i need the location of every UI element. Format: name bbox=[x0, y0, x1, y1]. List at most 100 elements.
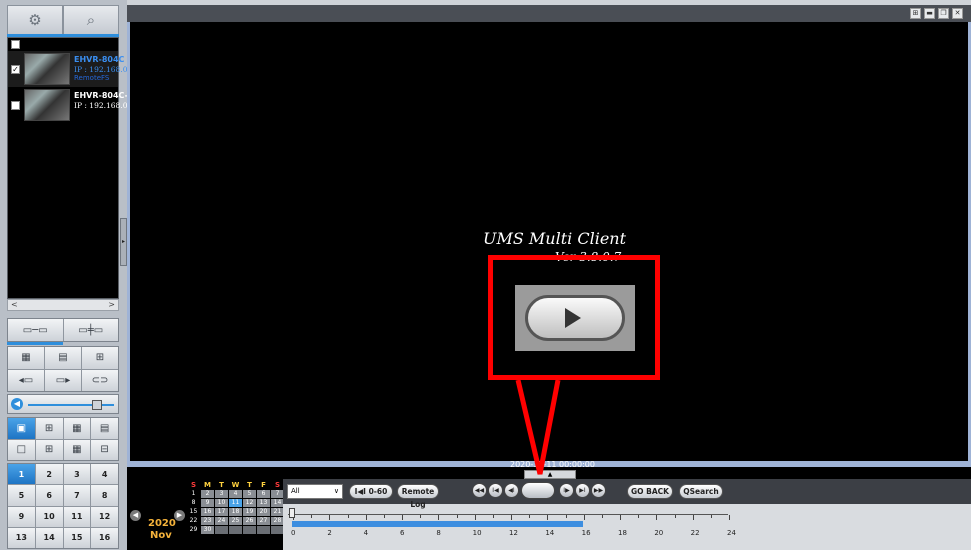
page-button[interactable]: 11 bbox=[63, 506, 91, 527]
page-button[interactable]: 13 bbox=[8, 527, 35, 548]
calendar-day[interactable]: 6 bbox=[257, 490, 270, 498]
restore-button[interactable]: ❐ bbox=[938, 8, 949, 19]
qsearch-button[interactable]: QSearch bbox=[679, 484, 723, 499]
recorded-range-bar[interactable] bbox=[292, 521, 583, 527]
layout-4x4-button[interactable]: ▤ bbox=[91, 418, 118, 439]
search-tab[interactable]: ⌕ bbox=[63, 5, 119, 35]
page-button[interactable]: 12 bbox=[91, 506, 118, 527]
scroll-left-arrow[interactable]: < bbox=[11, 300, 18, 309]
edit-button[interactable]: ▤ bbox=[45, 347, 81, 369]
link-button[interactable]: ⊂⊃ bbox=[82, 369, 118, 391]
timeline-tick bbox=[329, 515, 331, 520]
page-button[interactable]: 9 bbox=[8, 506, 35, 527]
calendar-day[interactable]: 3 bbox=[215, 490, 228, 498]
device-info-button[interactable]: ▦ bbox=[8, 347, 44, 369]
calendar-day[interactable]: 10 bbox=[215, 499, 228, 507]
page-button[interactable]: 16 bbox=[91, 527, 118, 548]
timeline-cursor[interactable] bbox=[289, 508, 295, 518]
calendar-day[interactable]: 19 bbox=[243, 508, 256, 516]
device-row[interactable]: ✓ EHVR-804C IP : 192.168.0 RemoteFS bbox=[8, 51, 127, 87]
go-back-button[interactable]: GO BACK bbox=[627, 484, 673, 499]
fast-rewind-button[interactable]: ◀◀ bbox=[472, 483, 487, 498]
fast-forward-button[interactable]: ▶▶ bbox=[591, 483, 606, 498]
calendar-day[interactable]: 15 bbox=[187, 508, 200, 516]
timeline[interactable]: 0 2 4 6 8 10 12 14 16 18 20 22 24 bbox=[288, 506, 736, 540]
layout-custom-button[interactable]: ⊟ bbox=[91, 439, 118, 460]
calendar-day[interactable]: 24 bbox=[215, 517, 228, 525]
calendar-day[interactable]: 12 bbox=[243, 499, 256, 507]
page-button[interactable]: 15 bbox=[63, 527, 91, 548]
calendar-day[interactable]: 4 bbox=[229, 490, 242, 498]
calendar-year: 2020 bbox=[148, 518, 176, 529]
layout-single-button[interactable]: □ bbox=[8, 439, 35, 460]
panel-collapse-handle[interactable]: ▸ bbox=[120, 218, 127, 266]
calendar-day[interactable]: 27 bbox=[257, 517, 270, 525]
calendar-day[interactable]: 20 bbox=[257, 508, 270, 516]
calendar-day[interactable]: 11 bbox=[229, 499, 242, 507]
grid-view-button[interactable]: ⊞ bbox=[910, 8, 921, 19]
import-button[interactable]: ◂▭ bbox=[8, 369, 44, 391]
step-back-button[interactable]: I◀ bbox=[488, 483, 503, 498]
range-button[interactable]: I◀I 0-60 bbox=[349, 484, 393, 499]
page-button[interactable]: 6 bbox=[35, 485, 63, 506]
play-button[interactable] bbox=[521, 482, 555, 499]
calendar-day[interactable]: 8 bbox=[187, 499, 200, 507]
layout-nine-button[interactable]: ▦ bbox=[63, 439, 91, 460]
page-button[interactable]: 3 bbox=[63, 464, 91, 485]
calendar-day[interactable]: 1 bbox=[187, 490, 200, 498]
calendar-day[interactable]: 9 bbox=[201, 499, 214, 507]
page-button[interactable]: 4 bbox=[91, 464, 118, 485]
calendar-day[interactable]: 26 bbox=[243, 517, 256, 525]
volume-knob[interactable] bbox=[92, 400, 102, 410]
frame-back-button[interactable]: ◀I bbox=[504, 483, 519, 498]
page-button[interactable]: 8 bbox=[91, 485, 118, 506]
layout-2x2-button[interactable]: ⊞ bbox=[35, 418, 63, 439]
calendar-day[interactable]: 17 bbox=[215, 508, 228, 516]
frame-forward-button[interactable]: I▶ bbox=[559, 483, 574, 498]
calendar-day[interactable]: 2 bbox=[201, 490, 214, 498]
device-row[interactable]: EHVR-804C- IP : 192.168.0 bbox=[8, 87, 128, 123]
layout-3x3-button[interactable]: ▦ bbox=[63, 418, 91, 439]
select-all-checkbox[interactable] bbox=[11, 40, 20, 49]
timeline-tick bbox=[547, 515, 549, 520]
calendar-next-button[interactable]: ▶ bbox=[174, 510, 185, 521]
remote-log-button[interactable]: Remote Log bbox=[397, 484, 439, 509]
device-checkbox[interactable] bbox=[11, 101, 20, 110]
calendar-prev-button[interactable]: ◀ bbox=[130, 510, 141, 521]
minimize-button[interactable]: ▬ bbox=[924, 8, 935, 19]
step-forward-button[interactable]: ▶I bbox=[575, 483, 590, 498]
calendar-day[interactable]: 25 bbox=[229, 517, 242, 525]
setup-tab[interactable]: ⚙ bbox=[7, 5, 63, 35]
page-button[interactable]: 14 bbox=[35, 527, 63, 548]
timeline-tick bbox=[729, 515, 730, 520]
close-button[interactable]: ✕ bbox=[952, 8, 963, 19]
scroll-right-arrow[interactable]: > bbox=[108, 300, 115, 309]
page-button[interactable]: 10 bbox=[35, 506, 63, 527]
event-filter-select[interactable]: All ∨ bbox=[287, 484, 343, 499]
calendar-day[interactable]: 18 bbox=[229, 508, 242, 516]
connect-all-button[interactable]: ▭╪▭ bbox=[63, 319, 118, 341]
calendar-day[interactable]: 13 bbox=[257, 499, 270, 507]
page-button[interactable]: 7 bbox=[63, 485, 91, 506]
calendar-day[interactable]: 29 bbox=[187, 526, 200, 534]
calendar-day[interactable]: 23 bbox=[201, 517, 214, 525]
calendar-day[interactable]: 30 bbox=[201, 526, 214, 534]
page-button[interactable]: 1 bbox=[8, 464, 35, 485]
page-button[interactable]: 5 bbox=[8, 485, 35, 506]
layout-quad-button[interactable]: ⊞ bbox=[35, 439, 63, 460]
speaker-icon[interactable]: ◀ bbox=[11, 398, 23, 410]
network-button[interactable]: ⊞ bbox=[82, 347, 118, 369]
gear-icon: ⚙ bbox=[28, 11, 42, 29]
connect-button[interactable]: ▭─▭ bbox=[8, 319, 63, 341]
calendar-day[interactable]: 22 bbox=[187, 517, 200, 525]
device-list-scrollbar[interactable]: < > bbox=[7, 299, 119, 311]
layout-1x1-button[interactable]: ▣ bbox=[8, 418, 35, 439]
timeline-expand-tab[interactable]: ▲ bbox=[524, 470, 576, 479]
page-button[interactable]: 2 bbox=[35, 464, 63, 485]
export-button[interactable]: ▭▸ bbox=[45, 369, 81, 391]
device-checkbox[interactable]: ✓ bbox=[11, 65, 20, 74]
volume-control[interactable]: ◀ bbox=[7, 394, 119, 414]
calendar-day[interactable]: 16 bbox=[201, 508, 214, 516]
calendar-day[interactable]: 5 bbox=[243, 490, 256, 498]
device-thumbnail bbox=[24, 89, 70, 121]
